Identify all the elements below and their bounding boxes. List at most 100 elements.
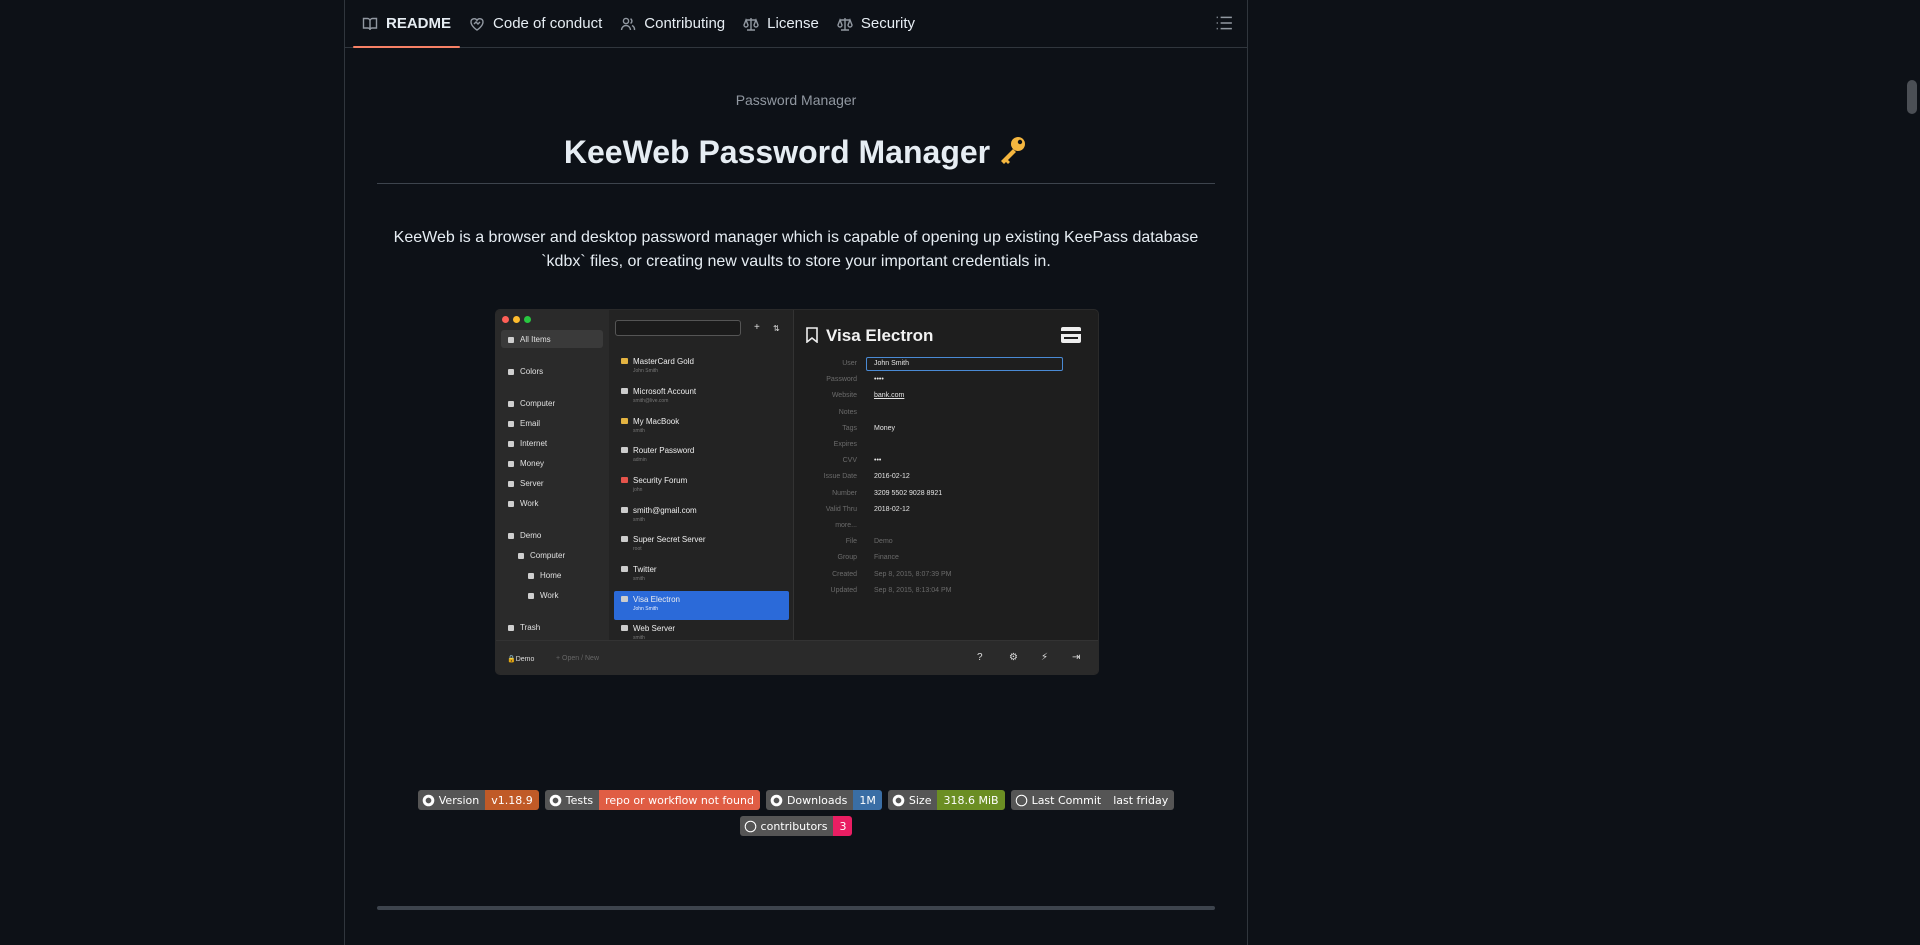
github-icon xyxy=(770,794,783,806)
sidebar-item: Demo xyxy=(508,531,541,540)
app-search xyxy=(615,320,741,336)
windows-icon xyxy=(621,388,628,394)
sidebar-item: Money xyxy=(508,459,544,468)
key-small-icon xyxy=(621,566,628,572)
sort-icon: ⇅ xyxy=(773,324,780,333)
tag-icon xyxy=(508,480,514,487)
table-of-contents-button[interactable] xyxy=(1215,14,1235,34)
globe-icon xyxy=(621,625,628,631)
book-icon xyxy=(362,17,378,30)
law-icon xyxy=(837,17,853,31)
detail-field-label: Notes xyxy=(838,408,857,416)
credit-card-icon xyxy=(1061,327,1081,343)
tag-icon xyxy=(508,460,514,467)
badge-label: Downloads xyxy=(765,790,854,810)
grid-icon xyxy=(508,336,514,343)
tag-icon xyxy=(508,440,514,447)
detail-field-label: User xyxy=(842,360,857,367)
badge-value: v1.18.9 xyxy=(485,790,539,810)
detail-field-value: ••• xyxy=(874,457,882,465)
app-entry-list: + ⇅ MasterCard Gold John Smith Microsoft … xyxy=(609,310,794,641)
maximize-dot xyxy=(524,316,531,323)
detail-field-label: Group xyxy=(837,554,857,562)
tab-label: README xyxy=(386,15,452,32)
tab-code-of-conduct[interactable]: Code of conduct xyxy=(460,0,611,47)
detail-field-label: Issue Date xyxy=(823,473,857,481)
detail-field-label: Valid Thru xyxy=(825,505,857,513)
detail-field-value: Money xyxy=(874,424,896,432)
entry-item: Web Server smith xyxy=(621,624,675,641)
scrollbar-thumb[interactable] xyxy=(1907,80,1917,114)
detail-field-value: Demo xyxy=(874,538,893,546)
github-icon xyxy=(549,794,562,806)
entry-item: Twitter smith xyxy=(621,565,657,582)
badge-label: contributors xyxy=(739,816,834,836)
sidebar-item: Work xyxy=(528,591,559,600)
page-scrollbar[interactable] xyxy=(1904,0,1920,945)
detail-field-value: Finance xyxy=(874,554,899,562)
detail-field-label: Password xyxy=(826,376,857,384)
github-icon xyxy=(892,794,905,806)
monitor-icon xyxy=(518,552,524,559)
tab-contributing[interactable]: Contributing xyxy=(611,0,734,47)
badge-label-text: Version xyxy=(438,793,480,807)
key-small-icon xyxy=(621,477,628,483)
list-icon xyxy=(1216,16,1232,30)
badges-row: contributors 3 xyxy=(345,816,1247,836)
tag-icon xyxy=(508,420,514,427)
circle-icon xyxy=(1015,794,1027,806)
sidebar-item: Computer xyxy=(508,399,555,408)
detail-field-label: CVV xyxy=(842,457,857,465)
detail-field-value: 2016-02-12 xyxy=(874,473,910,481)
badge[interactable]: Downloads 1M xyxy=(765,790,882,810)
tab-security[interactable]: Security xyxy=(828,0,924,47)
tab-readme[interactable]: README xyxy=(353,0,461,48)
moon-icon xyxy=(744,820,756,832)
folder-icon xyxy=(528,592,534,599)
detail-field-label: File xyxy=(845,538,857,546)
detail-field-label: Website xyxy=(831,392,857,400)
badge-label: Last Commit xyxy=(1010,790,1108,810)
entry-item: My MacBook smith xyxy=(621,417,679,434)
tab-label: Security xyxy=(860,15,916,32)
detail-title: Visa Electron xyxy=(826,326,934,345)
folder-icon xyxy=(508,532,514,539)
sidebar-item: Internet xyxy=(508,439,547,448)
badge[interactable]: Last Commit last friday xyxy=(1010,790,1175,810)
badges-row: Version v1.18.9 Tests repo or workflow not … xyxy=(345,790,1247,810)
readme-content: Password Manager KeeWeb Password Manager… xyxy=(345,92,1247,274)
detail-field-value: 3209 5502 9028 8921 xyxy=(874,489,943,497)
badge[interactable]: contributors 3 xyxy=(739,816,853,836)
tab-license[interactable]: License xyxy=(734,0,828,47)
detail-field-value: Sep 8, 2015, 8:07:39 PM xyxy=(874,570,952,578)
sidebar-item: Email xyxy=(508,419,540,428)
minimize-dot xyxy=(513,316,520,323)
sidebar-item: Home xyxy=(528,571,561,580)
page-title-text: KeeWeb Password Manager xyxy=(563,134,991,170)
badge[interactable]: Tests repo or workflow not found xyxy=(544,790,760,810)
detail-field-label: Number xyxy=(832,489,857,497)
tab-label: Code of conduct xyxy=(493,15,603,32)
bookmark-icon xyxy=(806,327,818,343)
card-icon xyxy=(621,358,628,364)
key-small-icon xyxy=(621,536,628,542)
detail-field-label: Updated xyxy=(830,586,857,594)
section-divider xyxy=(377,906,1215,910)
app-footer: 🔒Demo + Open / New ? ⚙ ⚡ ⇥ xyxy=(496,640,1098,674)
help-icon: ? xyxy=(977,652,983,663)
github-icon xyxy=(422,794,435,806)
detail-field-value: John Smith xyxy=(874,360,910,367)
tab-label: Contributing xyxy=(644,15,726,32)
footer-db: 🔒Demo xyxy=(507,656,535,663)
folder-icon xyxy=(528,572,534,579)
detail-field-label: Expires xyxy=(833,441,857,448)
detail-field-label: Tags xyxy=(842,424,857,432)
page-title: KeeWeb Password Manager xyxy=(377,130,1215,184)
entry-item: Security Forum john xyxy=(621,476,687,493)
close-dot xyxy=(502,316,509,323)
sidebar-item: Work xyxy=(508,499,539,508)
readme-panel: README Code of conduct Contributing Lice… xyxy=(344,0,1248,945)
badge[interactable]: Size 318.6 MiB xyxy=(887,790,1005,810)
badge[interactable]: Version v1.18.9 xyxy=(417,790,539,810)
logout-icon: ⇥ xyxy=(1072,652,1081,663)
